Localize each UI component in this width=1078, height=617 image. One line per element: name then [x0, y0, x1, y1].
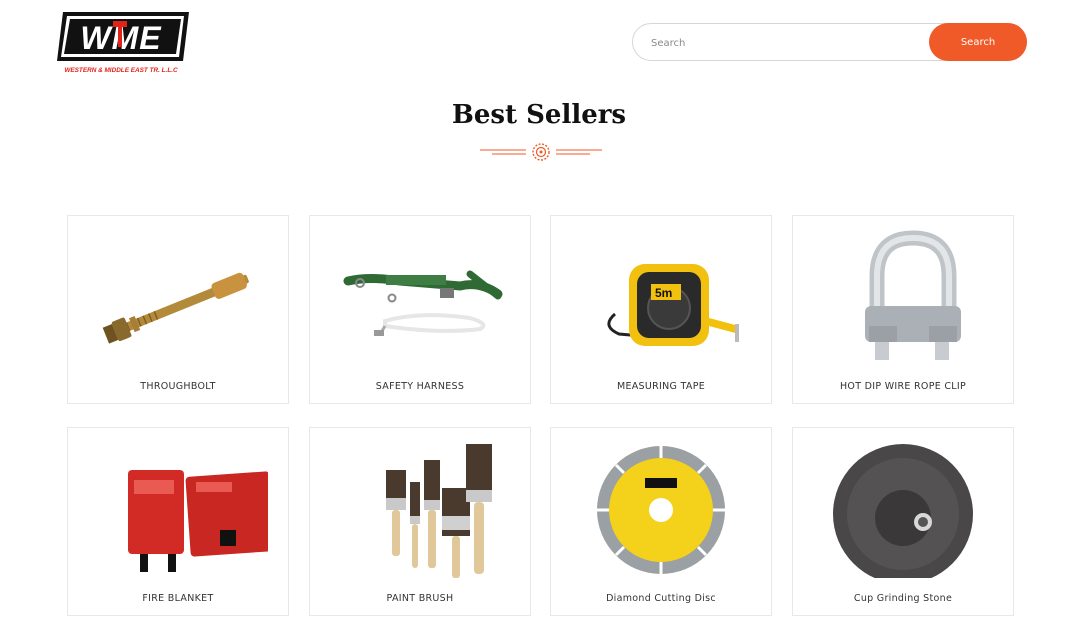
product-name: Cup Grinding Stone [853, 593, 953, 604]
wire-rope-clip-image [813, 226, 993, 366]
svg-text:5m: 5m [655, 286, 672, 300]
cutting-disc-image [571, 438, 751, 578]
section-title: Best Sellers [451, 100, 627, 130]
product-name: SAFETY HARNESS [375, 381, 465, 392]
product-card[interactable]: THROUGHBOLT [67, 215, 289, 404]
product-name: MEASURING TAPE [616, 381, 706, 392]
safety-harness-image [330, 226, 510, 366]
product-card[interactable]: Cup Grinding Stone [792, 427, 1014, 616]
title-divider [480, 141, 602, 163]
product-card[interactable]: FIRE BLANKET [67, 427, 289, 616]
product-card[interactable]: SAFETY HARNESS [309, 215, 531, 404]
site-logo[interactable]: WME WESTERN & MIDDLE EAST TR. L.L.C [55, 11, 191, 75]
product-name: HOT DIP WIRE ROPE CLIP [839, 381, 966, 392]
product-name: THROUGHBOLT [140, 381, 216, 392]
product-card[interactable]: Diamond Cutting Disc [550, 427, 772, 616]
product-card[interactable]: HOT DIP WIRE ROPE CLIP [792, 215, 1014, 404]
search-bar: Search [632, 23, 1027, 62]
product-card[interactable]: 5m MEASURING TAPE [550, 215, 772, 404]
product-card[interactable]: PAINT BRUSH [309, 427, 531, 616]
product-name: Diamond Cutting Disc [606, 593, 716, 604]
gear-icon [532, 143, 550, 161]
search-button[interactable]: Search [929, 23, 1027, 61]
product-name: FIRE BLANKET [142, 593, 214, 604]
logo-tagline: WESTERN & MIDDLE EAST TR. L.L.C [64, 67, 178, 74]
paint-brush-image [330, 438, 510, 578]
measuring-tape-image: 5m [571, 226, 751, 366]
throughbolt-image [88, 226, 268, 366]
grinding-stone-image [813, 438, 993, 584]
fire-blanket-image [88, 438, 275, 578]
search-input[interactable] [649, 24, 933, 62]
product-name: PAINT BRUSH [386, 593, 454, 604]
